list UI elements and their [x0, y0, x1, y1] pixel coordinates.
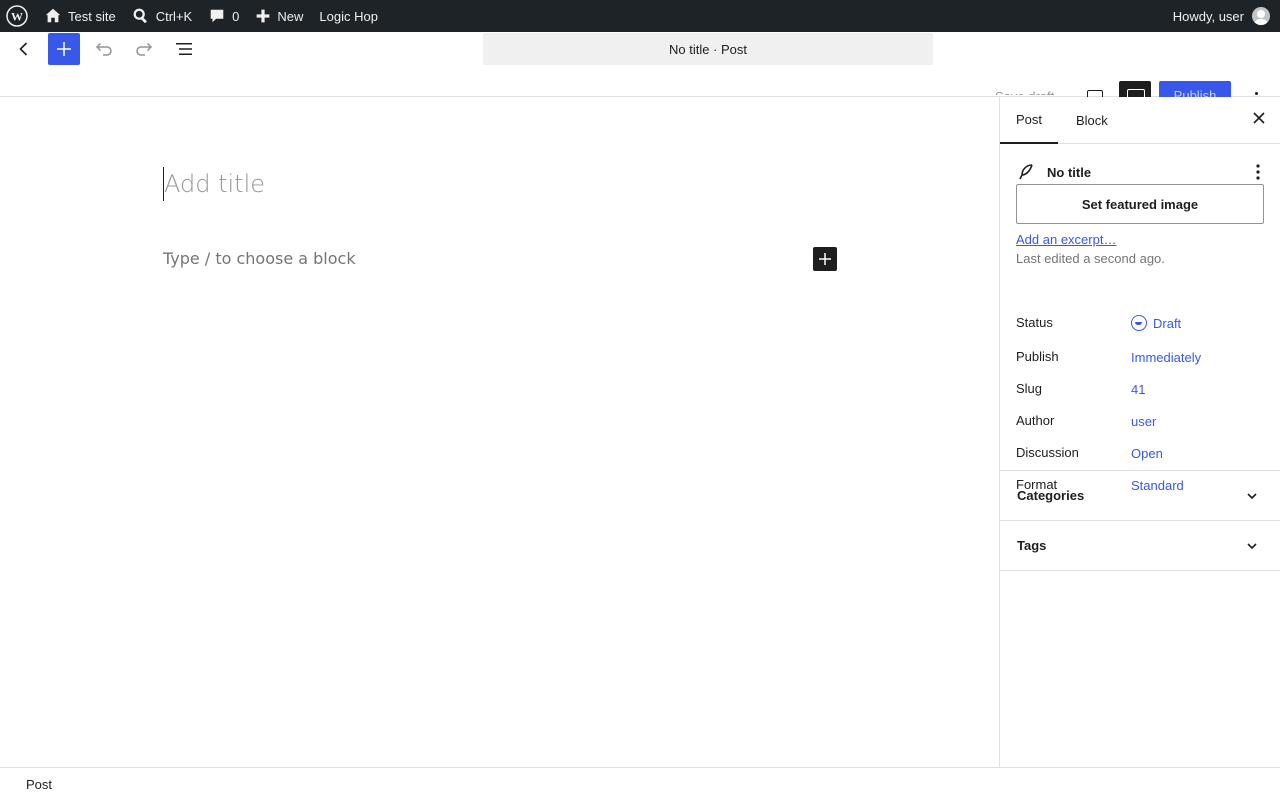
add-block-button[interactable] — [813, 247, 837, 271]
add-excerpt-link[interactable]: Add an excerpt… — [1016, 232, 1116, 247]
chevron-down-icon — [1247, 543, 1257, 550]
status-value-button[interactable]: Draft — [1131, 315, 1181, 331]
sidebar-tabs: Post Block — [1000, 97, 1280, 144]
comments-count: 0 — [232, 8, 240, 24]
publish-value-button[interactable]: Immediately — [1131, 350, 1201, 365]
draft-status-icon — [1131, 315, 1147, 331]
post-summary: No title Set featured image Add an excer… — [1000, 144, 1280, 493]
new-label: New — [277, 8, 304, 24]
tab-block[interactable]: Block — [1060, 97, 1124, 144]
search-shortcut-label: Ctrl+K — [155, 8, 193, 24]
document-overview-button[interactable] — [170, 33, 198, 65]
undo-icon — [95, 42, 112, 56]
wordpress-logo-icon: W — [6, 5, 28, 27]
post-title-label: No title — [1047, 164, 1092, 180]
tags-panel-toggle[interactable]: Tags — [1000, 521, 1280, 571]
home-icon — [45, 8, 61, 23]
categories-panel-title: Categories — [1017, 488, 1085, 503]
back-button[interactable] — [12, 33, 36, 65]
avatar — [1252, 7, 1270, 25]
wordpress-logo-button[interactable]: W — [0, 0, 36, 32]
command-search-button[interactable]: Ctrl+K — [124, 0, 200, 32]
feather-icon — [1019, 164, 1033, 180]
document-title: No title · Post — [668, 41, 748, 57]
comment-icon — [210, 9, 224, 23]
greeting-label: Howdy, user — [1172, 8, 1244, 24]
logic-hop-menu[interactable]: Logic Hop — [311, 0, 386, 32]
post-title-input[interactable]: Add title — [163, 167, 265, 201]
new-content-menu[interactable]: New — [247, 0, 311, 32]
publish-row: Publish Immediately — [1016, 349, 1264, 365]
last-edited-text: Last edited a second ago. — [1016, 251, 1165, 266]
status-value: Draft — [1153, 315, 1182, 331]
post-summary-title: No title — [1017, 163, 1091, 181]
chevron-left-icon — [19, 42, 28, 56]
plus-icon — [257, 9, 270, 23]
list-view-icon — [176, 43, 192, 55]
close-icon — [1253, 112, 1265, 124]
plus-icon — [819, 253, 831, 265]
close-settings-button[interactable] — [1252, 111, 1266, 130]
discussion-row: Discussion Open — [1016, 445, 1264, 461]
site-name-label: Test site — [68, 8, 116, 24]
set-featured-image-button[interactable]: Set featured image — [1016, 184, 1264, 224]
editor-footer: Post — [0, 767, 1280, 800]
undo-button[interactable] — [90, 33, 118, 65]
tags-panel-title: Tags — [1017, 538, 1047, 553]
slug-value-button[interactable]: 41 — [1131, 382, 1145, 397]
chevron-down-icon — [1247, 493, 1257, 500]
more-options-icon[interactable] — [1255, 92, 1258, 95]
author-label: Author — [1016, 413, 1055, 428]
account-menu[interactable]: Howdy, user — [1173, 7, 1280, 25]
editor-header: No title · Post Save draft Publish — [0, 32, 1280, 97]
redo-icon — [136, 42, 153, 56]
logic-hop-label: Logic Hop — [319, 8, 378, 24]
svg-text:W: W — [11, 10, 23, 24]
discussion-label: Discussion — [1016, 445, 1079, 460]
status-row: Status Draft — [1016, 315, 1264, 331]
publish-label: Publish — [1016, 349, 1059, 364]
search-icon — [133, 8, 147, 24]
slug-row: Slug 41 — [1016, 381, 1264, 397]
settings-sidebar: Post Block No title Set featured image A… — [999, 97, 1280, 767]
admin-bar: W Test site Ctrl+K 0 New Logic Hop Howdy… — [0, 0, 1280, 32]
editor-canvas: Add title Type / to choose a block — [0, 97, 999, 767]
redo-button[interactable] — [130, 33, 158, 65]
post-actions-button[interactable] — [1256, 164, 1260, 185]
breadcrumb[interactable]: Post — [26, 777, 52, 792]
tab-post[interactable]: Post — [1000, 97, 1059, 144]
more-vertical-icon — [1256, 164, 1260, 180]
slug-label: Slug — [1016, 381, 1043, 396]
author-row: Author user — [1016, 413, 1264, 429]
site-name-link[interactable]: Test site — [36, 0, 124, 32]
comments-link[interactable]: 0 — [200, 0, 247, 32]
categories-panel-toggle[interactable]: Categories — [1000, 471, 1280, 521]
plus-icon — [57, 42, 71, 56]
status-label: Status — [1016, 315, 1053, 330]
settings-toggle-button[interactable] — [1119, 81, 1151, 97]
author-value-button[interactable]: user — [1131, 414, 1156, 429]
block-inserter-button[interactable] — [48, 33, 80, 65]
block-appender-placeholder[interactable]: Type / to choose a block — [163, 249, 356, 268]
publish-button[interactable]: Publish — [1159, 81, 1231, 97]
preview-icon[interactable] — [1087, 90, 1103, 97]
discussion-value-button[interactable]: Open — [1131, 446, 1163, 461]
document-bar[interactable]: No title · Post — [483, 33, 933, 65]
